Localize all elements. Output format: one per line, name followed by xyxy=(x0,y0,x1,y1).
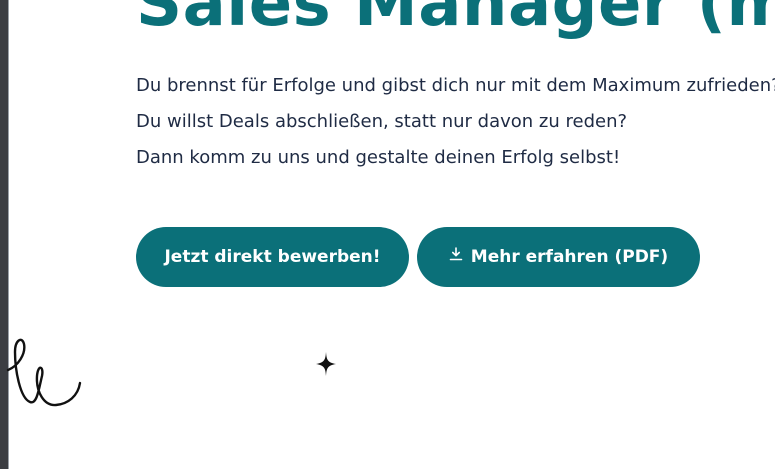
page-title: Sales Manager (m xyxy=(136,0,775,41)
apply-now-button[interactable]: Jetzt direkt bewerben! xyxy=(136,227,409,287)
intro-line-1: Du brennst für Erfolge und gibst dich nu… xyxy=(136,75,775,96)
intro-line-3: Dann komm zu uns und gestalte deinen Erf… xyxy=(136,147,621,168)
scribble-decoration xyxy=(6,338,82,407)
learn-more-pdf-label: Mehr erfahren (PDF) xyxy=(470,247,669,267)
learn-more-pdf-button[interactable]: Mehr erfahren (PDF) xyxy=(417,227,700,287)
intro-text: Du brennst für Erfolge und gibst dich nu… xyxy=(136,72,775,180)
intro-line-2: Du willst Deals abschließen, statt nur d… xyxy=(136,111,628,132)
sparkle-icon xyxy=(316,352,336,376)
download-icon xyxy=(449,247,463,261)
apply-now-label: Jetzt direkt bewerben! xyxy=(164,247,381,267)
